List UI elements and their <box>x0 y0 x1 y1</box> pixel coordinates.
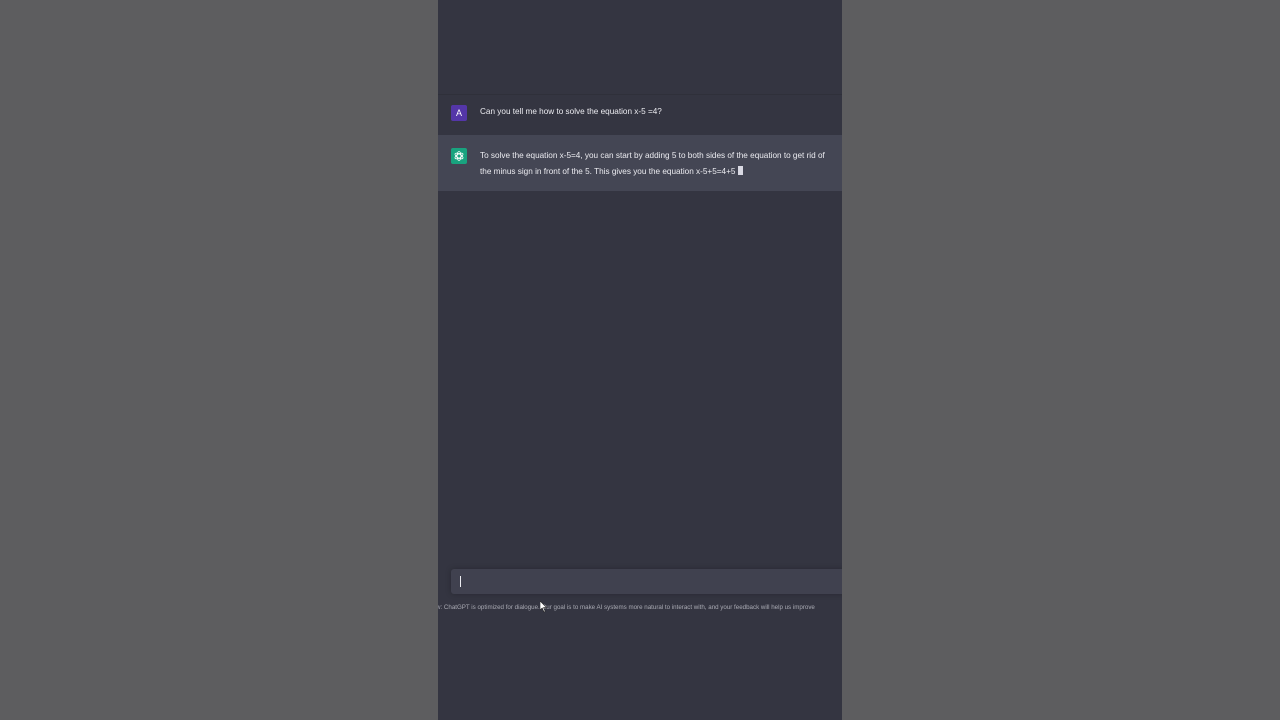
assistant-message-text: To solve the equation x-5=4, you can sta… <box>480 148 838 180</box>
user-avatar: A <box>451 105 467 121</box>
typing-cursor <box>738 166 744 175</box>
footer-disclaimer-text: w: ChatGPT is optimized for dialogue. Ou… <box>438 604 815 611</box>
openai-logo-icon <box>451 148 467 164</box>
chat-window: A Can you tell me how to solve the equat… <box>438 0 842 720</box>
user-message-text: Can you tell me how to solve the equatio… <box>480 107 662 116</box>
message-input[interactable] <box>451 569 842 594</box>
user-message-row: A Can you tell me how to solve the equat… <box>438 94 842 136</box>
assistant-message-row: To solve the equation x-5=4, you can sta… <box>438 135 842 191</box>
mouse-pointer-icon <box>540 601 548 613</box>
user-avatar-letter: A <box>455 108 462 118</box>
text-caret <box>460 576 461 587</box>
footer-disclaimer: w: ChatGPT is optimized for dialogue. Ou… <box>438 602 842 614</box>
assistant-message-content: To solve the equation x-5=4, you can sta… <box>480 151 825 176</box>
